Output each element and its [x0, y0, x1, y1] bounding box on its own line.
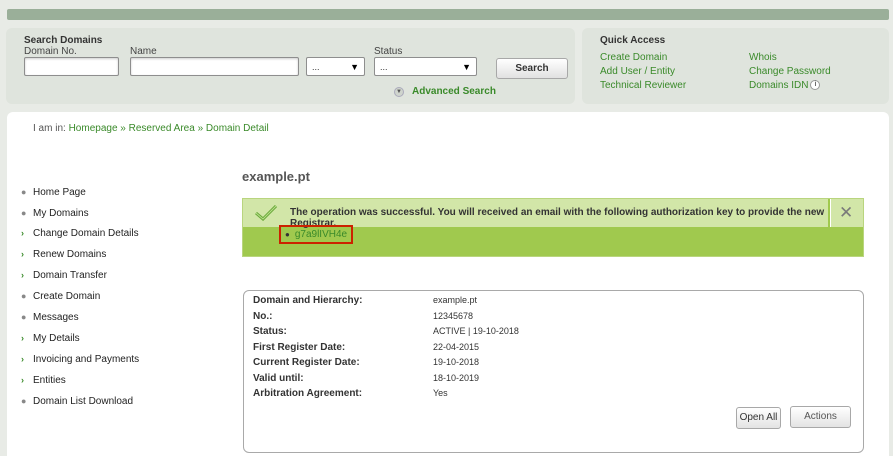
- nav-item-create-domain[interactable]: ● Create Domain: [21, 291, 100, 302]
- chevron-right-icon: ›: [21, 228, 24, 238]
- success-message-box: The operation was successful. You will r…: [242, 198, 864, 257]
- nav-item-label: Domain List Download: [33, 396, 134, 407]
- quick-access-panel: Quick Access Create Domain Add User / En…: [582, 28, 889, 104]
- breadcrumb-homepage[interactable]: Homepage: [69, 123, 118, 134]
- breadcrumb-prefix: I am in:: [33, 123, 66, 134]
- detail-value: 19-10-2018: [433, 357, 480, 367]
- bullet-icon: ●: [21, 187, 27, 197]
- domain-details-box: Domain and Hierarchy: example.pt No.: 12…: [243, 290, 864, 453]
- bullet-icon: ●: [21, 291, 27, 301]
- search-domains-panel: Search Domains Domain No. Name ... ▼ Sta…: [6, 28, 575, 104]
- detail-value: ACTIVE | 19-10-2018: [433, 326, 519, 336]
- page-title: example.pt: [242, 169, 310, 184]
- authorization-key: ● g7a9lIVH4e: [279, 225, 353, 244]
- quick-link-whois[interactable]: Whois: [749, 52, 777, 63]
- success-message-text: The operation was successful. You will r…: [290, 207, 825, 229]
- checkmark-icon: [255, 205, 277, 221]
- quick-link-create-domain[interactable]: Create Domain: [600, 52, 667, 63]
- chevron-right-icon: ›: [21, 333, 24, 343]
- name-input[interactable]: [130, 57, 299, 76]
- detail-value: 12345678: [433, 311, 474, 321]
- detail-value: Yes: [433, 388, 448, 398]
- advanced-search-link[interactable]: ▼ Advanced Search: [394, 86, 496, 97]
- dropdown-arrow-icon: ▼: [462, 62, 471, 72]
- authorization-key-value: g7a9lIVH4e: [294, 229, 348, 240]
- quick-link-technical-reviewer[interactable]: Technical Reviewer: [600, 80, 686, 91]
- name-label: Name: [130, 46, 157, 57]
- nav-item-my-domains[interactable]: ● My Domains: [21, 208, 89, 219]
- quick-link-add-user[interactable]: Add User / Entity: [600, 66, 675, 77]
- bullet-icon: ●: [285, 230, 290, 239]
- close-button[interactable]: ✕: [830, 199, 863, 227]
- nav-item-my-details[interactable]: › My Details: [21, 333, 80, 344]
- quick-link-change-password[interactable]: Change Password: [749, 66, 831, 77]
- status-select[interactable]: ... ▼: [374, 57, 477, 76]
- breadcrumb-domain-detail[interactable]: Domain Detail: [206, 123, 269, 134]
- nav-item-label: Invoicing and Payments: [33, 354, 140, 365]
- chevron-right-icon: ›: [21, 249, 24, 259]
- detail-label: Valid until:: [253, 373, 304, 384]
- main-content: I am in: Homepage » Reserved Area » Doma…: [7, 112, 889, 456]
- breadcrumb-separator: »: [197, 123, 204, 134]
- quick-link-domains-idn[interactable]: Domains IDN i: [749, 80, 821, 91]
- detail-label: Status:: [253, 326, 287, 337]
- bullet-icon: ●: [21, 208, 27, 218]
- chevron-right-icon: ›: [21, 375, 24, 385]
- domains-idn-label: Domains IDN: [749, 80, 809, 91]
- nav-item-invoicing-and-payments[interactable]: › Invoicing and Payments: [21, 354, 139, 365]
- nav-item-messages[interactable]: ● Messages: [21, 312, 79, 323]
- info-icon[interactable]: i: [810, 80, 821, 90]
- nav-item-label: Create Domain: [33, 291, 101, 302]
- bullet-icon: ●: [21, 312, 27, 322]
- nav-item-home-page[interactable]: ● Home Page: [21, 187, 86, 198]
- top-bar: [7, 9, 889, 20]
- tld-select-value: ...: [312, 62, 320, 72]
- detail-label: Current Register Date:: [253, 357, 360, 368]
- nav-item-domain-list-download[interactable]: ● Domain List Download: [21, 396, 133, 407]
- status-select-value: ...: [380, 62, 388, 72]
- open-all-button[interactable]: Open All: [736, 407, 781, 429]
- nav-item-label: Renew Domains: [33, 249, 107, 260]
- chevron-right-icon: ›: [21, 270, 24, 280]
- nav-item-label: Entities: [33, 375, 66, 386]
- advanced-search-label: Advanced Search: [412, 86, 496, 97]
- breadcrumb-reserved-area[interactable]: Reserved Area: [129, 123, 195, 134]
- bullet-icon: ●: [21, 396, 27, 406]
- detail-value: 22-04-2015: [433, 342, 480, 352]
- nav-item-label: Home Page: [33, 187, 86, 198]
- detail-value: example.pt: [433, 295, 478, 305]
- domain-no-label: Domain No.: [24, 46, 77, 57]
- nav-item-label: My Domains: [33, 208, 89, 219]
- nav-item-label: Change Domain Details: [33, 228, 139, 239]
- quick-access-title: Quick Access: [600, 35, 666, 46]
- nav-item-entities[interactable]: › Entities: [21, 375, 66, 386]
- breadcrumb-separator: »: [120, 123, 126, 134]
- nav-item-label: Domain Transfer: [33, 270, 107, 281]
- nav-item-domain-transfer[interactable]: › Domain Transfer: [21, 270, 107, 281]
- detail-value: 18-10-2019: [433, 373, 480, 383]
- nav-item-renew-domains[interactable]: › Renew Domains: [21, 249, 106, 260]
- status-label: Status: [374, 46, 403, 57]
- nav-item-change-domain-details[interactable]: › Change Domain Details: [21, 228, 139, 239]
- close-icon: ✕: [839, 203, 854, 222]
- nav-item-label: My Details: [33, 333, 80, 344]
- chevron-right-icon: ›: [21, 354, 24, 364]
- dropdown-arrow-icon: ▼: [350, 62, 359, 72]
- expand-down-icon: ▼: [394, 86, 404, 97]
- detail-label: No.:: [253, 311, 273, 322]
- domain-no-input[interactable]: [24, 57, 119, 76]
- search-panel-title: Search Domains: [24, 35, 103, 46]
- search-button[interactable]: Search: [496, 58, 568, 79]
- detail-label: Domain and Hierarchy:: [253, 295, 363, 306]
- actions-button[interactable]: Actions: [790, 406, 851, 428]
- tld-select[interactable]: ... ▼: [306, 57, 365, 76]
- detail-label: First Register Date:: [253, 342, 346, 353]
- detail-label: Arbitration Agreement:: [253, 388, 363, 399]
- breadcrumb: I am in: Homepage » Reserved Area » Doma…: [33, 123, 269, 134]
- nav-item-label: Messages: [33, 312, 79, 323]
